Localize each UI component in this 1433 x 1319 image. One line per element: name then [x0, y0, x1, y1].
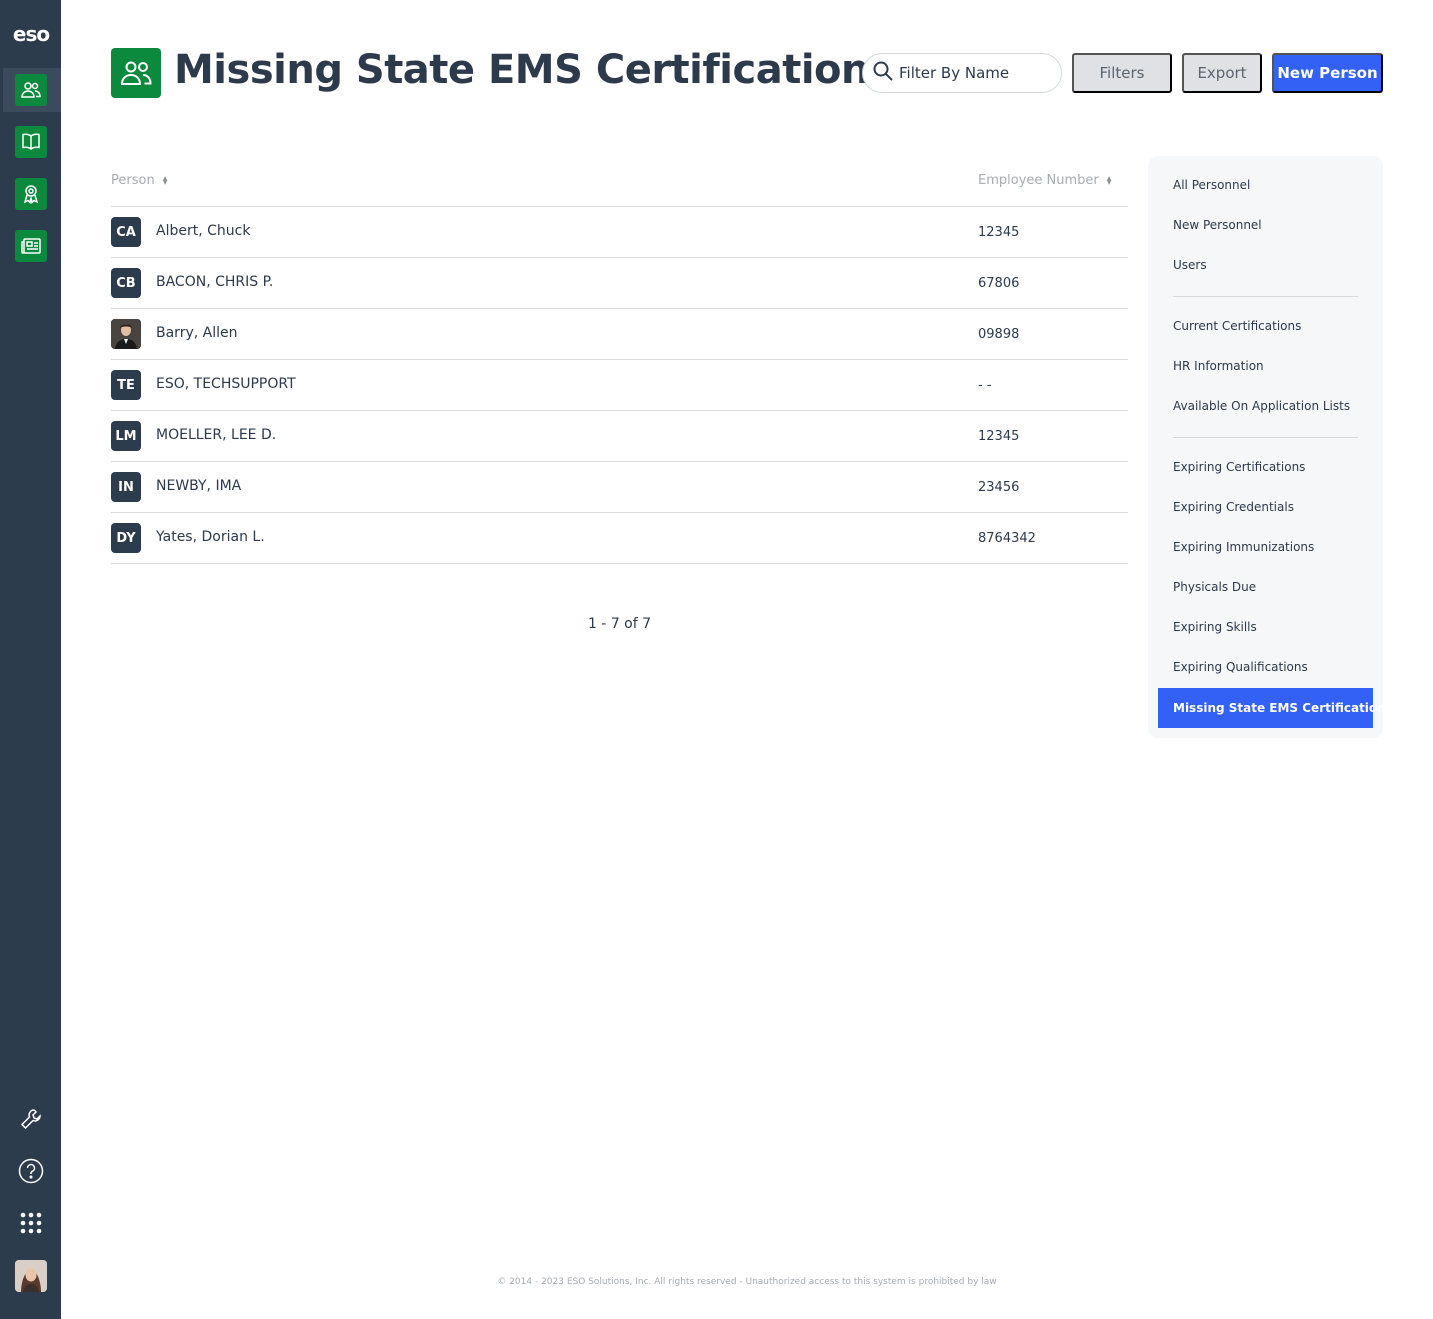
- book-icon: [14, 126, 47, 158]
- person-name[interactable]: MOELLER, LEE D.: [156, 427, 276, 443]
- left-nav-rail: eso: [0, 0, 61, 1319]
- nav-help[interactable]: [0, 1153, 61, 1193]
- employee-number: 12345: [978, 225, 1020, 240]
- export-button[interactable]: Export: [1182, 53, 1262, 93]
- menu-divider: [1173, 296, 1358, 297]
- nav-personnel[interactable]: [0, 68, 61, 112]
- apps-grid-icon: [20, 1212, 42, 1239]
- personnel-table: Person ▲ ▼ Employee Number ▲ ▼ CA Albert, …: [111, 156, 1128, 564]
- person-name[interactable]: NEWBY, IMA: [156, 478, 241, 494]
- wrench-icon: [20, 1108, 42, 1135]
- personnel-title-icon: [111, 48, 161, 98]
- table-header: Person ▲ ▼ Employee Number ▲ ▼: [111, 156, 1128, 207]
- person-initials-avatar: LM: [111, 421, 141, 451]
- nav-apps[interactable]: [0, 1205, 61, 1245]
- employee-number: 09898: [978, 327, 1020, 342]
- person-initials-avatar: DY: [111, 523, 141, 553]
- table-row[interactable]: CB BACON, CHRIS P. 67806: [111, 258, 1128, 309]
- table-row[interactable]: TE ESO, TECHSUPPORT - -: [111, 360, 1128, 411]
- new-person-button[interactable]: New Person: [1272, 53, 1383, 93]
- menu-divider: [1173, 437, 1358, 438]
- employee-number: 12345: [978, 429, 1020, 444]
- person-initials-avatar: IN: [111, 472, 141, 502]
- table-row[interactable]: Barry, Allen 09898: [111, 309, 1128, 360]
- table-row[interactable]: IN NEWBY, IMA 23456: [111, 462, 1128, 513]
- menu-item-hr-information[interactable]: HR Information: [1173, 359, 1264, 373]
- person-name[interactable]: Albert, Chuck: [156, 223, 250, 239]
- award-icon: [14, 178, 47, 210]
- search-input[interactable]: [899, 64, 1049, 82]
- column-employee-number[interactable]: Employee Number ▲ ▼: [978, 173, 1111, 188]
- column-person-label: Person: [111, 173, 155, 188]
- person-name[interactable]: ESO, TECHSUPPORT: [156, 376, 296, 392]
- news-icon: [14, 230, 47, 262]
- user-avatar-image: [14, 1260, 47, 1292]
- person-initials-avatar: CB: [111, 268, 141, 298]
- menu-item-expiring-immunizations[interactable]: Expiring Immunizations: [1173, 540, 1314, 554]
- person-initials-avatar: TE: [111, 370, 141, 400]
- pagination-info: 1 - 7 of 7: [587, 616, 652, 632]
- personnel-views-menu: All Personnel New Personnel Users Curren…: [1148, 156, 1393, 738]
- menu-item-expiring-certifications[interactable]: Expiring Certifications: [1173, 460, 1305, 474]
- person-initials-avatar: CA: [111, 217, 141, 247]
- menu-item-current-certifications[interactable]: Current Certifications: [1173, 319, 1301, 333]
- employee-number: 67806: [978, 276, 1020, 291]
- menu-item-application-lists[interactable]: Available On Application Lists: [1173, 399, 1350, 413]
- search-icon: [873, 61, 893, 86]
- menu-item-new-personnel[interactable]: New Personnel: [1173, 218, 1262, 232]
- table-row[interactable]: LM MOELLER, LEE D. 12345: [111, 411, 1128, 462]
- copyright-footer: © 2014 - 2023 ESO Solutions, Inc. All ri…: [497, 1277, 997, 1287]
- column-person[interactable]: Person ▲ ▼: [111, 173, 167, 188]
- page-title: Missing State EMS Certifications: [174, 47, 893, 93]
- employee-number: 8764342: [978, 531, 1036, 546]
- employee-number: - -: [978, 378, 992, 393]
- nav-reports[interactable]: [0, 224, 61, 268]
- filters-button[interactable]: Filters: [1072, 53, 1172, 93]
- person-name[interactable]: BACON, CHRIS P.: [156, 274, 273, 290]
- sort-icon: ▲ ▼: [1106, 174, 1112, 186]
- person-name[interactable]: Barry, Allen: [156, 325, 237, 341]
- help-icon: [18, 1158, 44, 1189]
- table-row[interactable]: CA Albert, Chuck 12345: [111, 207, 1128, 258]
- menu-item-expiring-qualifications[interactable]: Expiring Qualifications: [1173, 660, 1308, 674]
- menu-item-all-personnel[interactable]: All Personnel: [1173, 178, 1250, 192]
- nav-training[interactable]: [0, 120, 61, 164]
- sort-icon: ▲ ▼: [162, 174, 168, 186]
- people-icon: [14, 74, 47, 106]
- menu-item-missing-state-ems-certifications[interactable]: Missing State EMS Certifications: [1158, 688, 1393, 728]
- menu-item-physicals-due[interactable]: Physicals Due: [1173, 580, 1256, 594]
- column-employee-number-label: Employee Number: [978, 173, 1099, 188]
- menu-item-expiring-credentials[interactable]: Expiring Credentials: [1173, 500, 1294, 514]
- table-row[interactable]: DY Yates, Dorian L. 8764342: [111, 513, 1128, 564]
- user-avatar[interactable]: [0, 1256, 61, 1296]
- person-name[interactable]: Yates, Dorian L.: [156, 529, 265, 545]
- menu-item-expiring-skills[interactable]: Expiring Skills: [1173, 620, 1257, 634]
- person-photo-avatar: [111, 319, 141, 349]
- nav-admin[interactable]: [0, 1101, 61, 1141]
- employee-number: 23456: [978, 480, 1020, 495]
- eso-logo[interactable]: eso: [8, 22, 54, 46]
- menu-item-users[interactable]: Users: [1173, 258, 1207, 272]
- search-field[interactable]: [862, 53, 1062, 93]
- nav-certifications[interactable]: [0, 172, 61, 216]
